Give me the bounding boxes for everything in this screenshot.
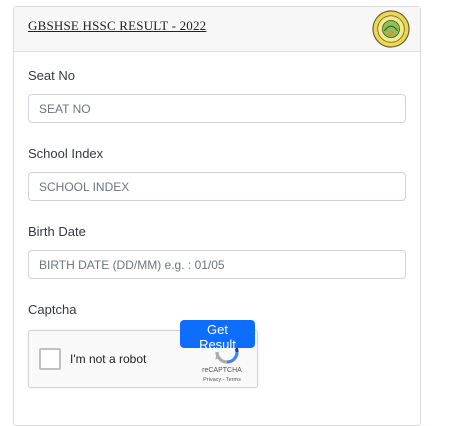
school-index-group: School Index bbox=[28, 145, 408, 201]
card-header: GBSHSE HSSC RESULT - 2022 bbox=[14, 7, 420, 52]
recaptcha-brand: reCAPTCHA bbox=[202, 367, 242, 374]
school-index-input[interactable] bbox=[28, 172, 406, 201]
seat-no-input[interactable] bbox=[28, 94, 406, 123]
seat-no-group: Seat No bbox=[28, 67, 408, 123]
recaptcha-checkbox-label: I'm not a robot bbox=[70, 352, 147, 366]
result-card: GBSHSE HSSC RESULT - 2022 Seat No School… bbox=[13, 6, 421, 426]
school-index-label: School Index bbox=[28, 146, 104, 161]
birth-date-label: Birth Date bbox=[28, 224, 86, 239]
goa-board-seal-icon bbox=[372, 10, 410, 48]
recaptcha-checkbox[interactable] bbox=[39, 348, 61, 370]
birth-date-group: Birth Date bbox=[28, 223, 408, 279]
captcha-label: Captcha bbox=[28, 302, 77, 317]
birth-date-input[interactable] bbox=[28, 250, 406, 279]
page-title: GBSHSE HSSC RESULT - 2022 bbox=[28, 18, 207, 33]
recaptcha-links[interactable]: Privacy - Terms bbox=[197, 377, 247, 383]
get-result-button[interactable]: Get Result bbox=[180, 320, 255, 352]
seat-no-label: Seat No bbox=[28, 68, 75, 83]
